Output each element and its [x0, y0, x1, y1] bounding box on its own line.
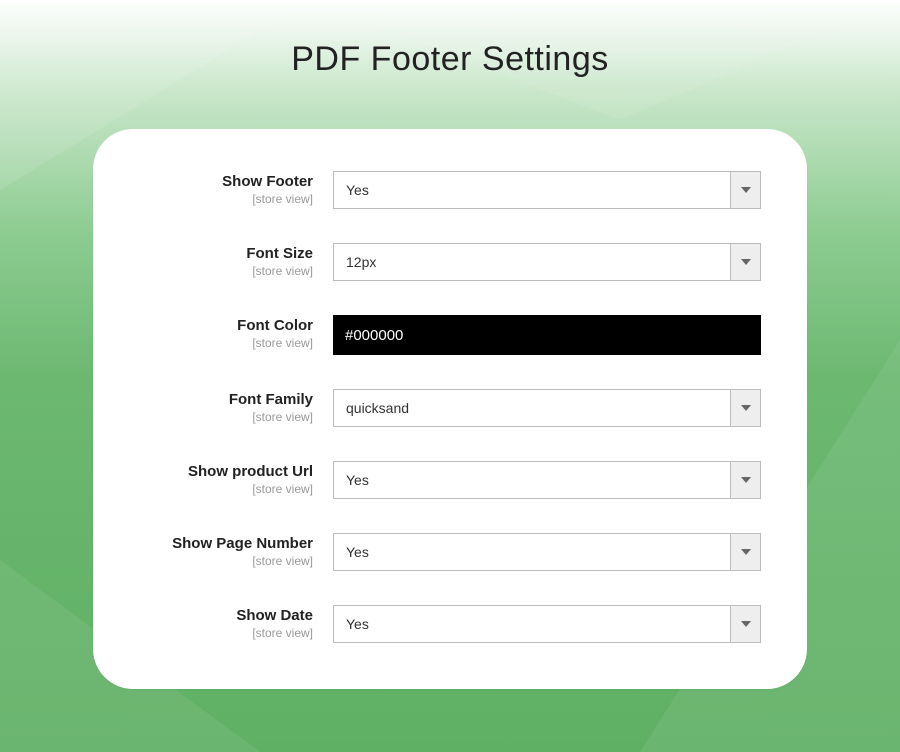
- chevron-down-icon: [730, 606, 760, 642]
- label-show-product-url: Show product Url: [123, 463, 313, 481]
- select-show-footer[interactable]: Yes: [333, 171, 761, 209]
- select-value: Yes: [334, 172, 730, 208]
- label-font-family: Font Family: [123, 391, 313, 409]
- scope-label: [store view]: [123, 336, 313, 350]
- label-font-color: Font Color: [123, 317, 313, 335]
- field-font-family: Font Family [store view] quicksand: [123, 389, 761, 427]
- scope-label: [store view]: [123, 482, 313, 496]
- label-show-page-number: Show Page Number: [123, 535, 313, 553]
- scope-label: [store view]: [123, 192, 313, 206]
- field-font-color: Font Color [store view] #000000: [123, 315, 761, 355]
- chevron-down-icon: [730, 534, 760, 570]
- select-font-family[interactable]: quicksand: [333, 389, 761, 427]
- page-title: PDF Footer Settings: [0, 0, 900, 79]
- select-show-page-number[interactable]: Yes: [333, 533, 761, 571]
- input-font-color[interactable]: #000000: [333, 315, 761, 355]
- field-show-page-number: Show Page Number [store view] Yes: [123, 533, 761, 571]
- label-show-date: Show Date: [123, 607, 313, 625]
- select-value: quicksand: [334, 390, 730, 426]
- label-show-footer: Show Footer: [123, 173, 313, 191]
- label-font-size: Font Size: [123, 245, 313, 263]
- chevron-down-icon: [730, 390, 760, 426]
- select-show-product-url[interactable]: Yes: [333, 461, 761, 499]
- field-show-date: Show Date [store view] Yes: [123, 605, 761, 643]
- select-value: Yes: [334, 462, 730, 498]
- field-font-size: Font Size [store view] 12px: [123, 243, 761, 281]
- field-show-product-url: Show product Url [store view] Yes: [123, 461, 761, 499]
- field-show-footer: Show Footer [store view] Yes: [123, 171, 761, 209]
- scope-label: [store view]: [123, 554, 313, 568]
- chevron-down-icon: [730, 462, 760, 498]
- settings-panel: Show Footer [store view] Yes Font Size […: [93, 129, 807, 689]
- chevron-down-icon: [730, 172, 760, 208]
- select-value: Yes: [334, 606, 730, 642]
- scope-label: [store view]: [123, 410, 313, 424]
- chevron-down-icon: [730, 244, 760, 280]
- select-font-size[interactable]: 12px: [333, 243, 761, 281]
- select-value: 12px: [334, 244, 730, 280]
- scope-label: [store view]: [123, 626, 313, 640]
- scope-label: [store view]: [123, 264, 313, 278]
- select-show-date[interactable]: Yes: [333, 605, 761, 643]
- select-value: Yes: [334, 534, 730, 570]
